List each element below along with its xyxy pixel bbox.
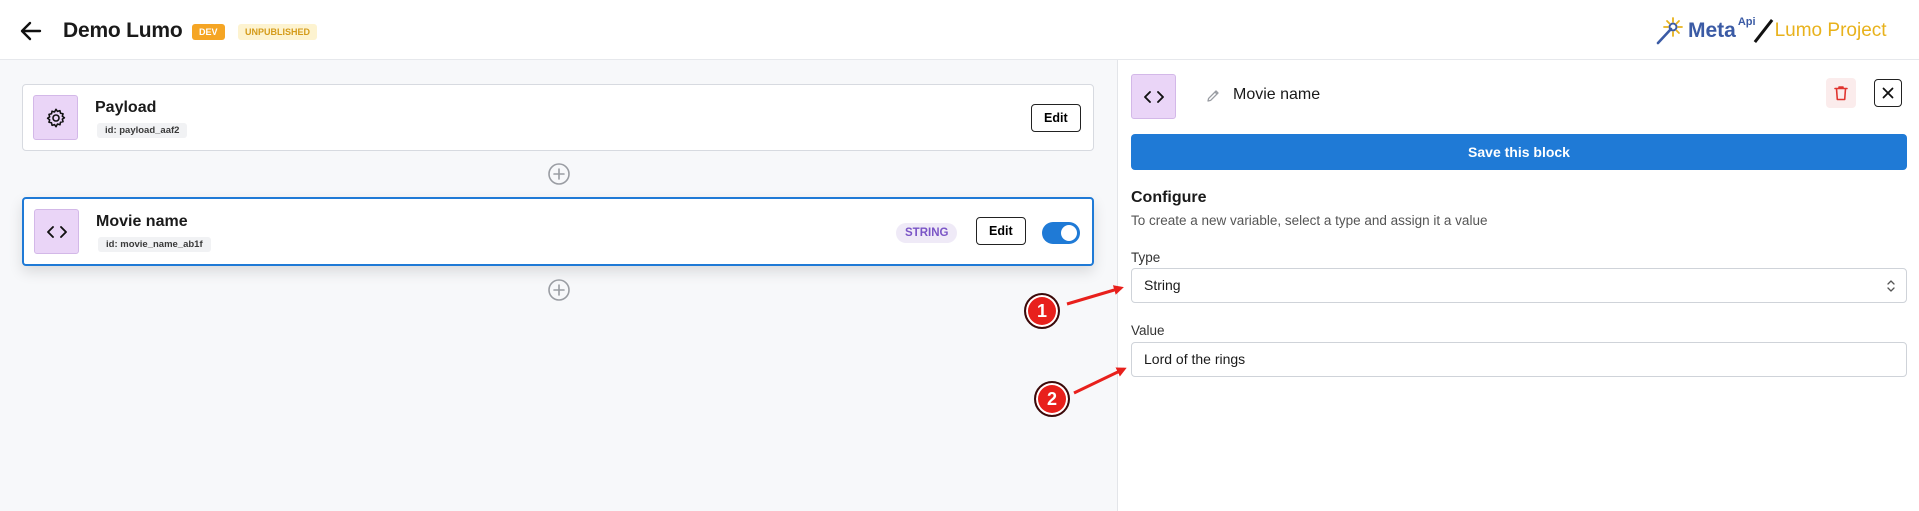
add-block-icon[interactable] — [547, 278, 571, 302]
code-icon — [1143, 90, 1164, 103]
toggle-knob — [1061, 225, 1077, 241]
delete-block-button[interactable] — [1826, 78, 1856, 108]
configure-description: To create a new variable, select a type … — [1131, 213, 1488, 228]
close-panel-button[interactable] — [1874, 79, 1902, 107]
gear-icon — [46, 108, 65, 127]
type-select-value: String — [1144, 277, 1181, 293]
logo-api-text: Api — [1737, 16, 1756, 28]
movie-name-edit-button[interactable]: Edit — [976, 217, 1026, 245]
type-select[interactable]: String — [1131, 268, 1907, 303]
payload-block-id: id: payload_aaf2 — [97, 123, 188, 138]
type-label: Type — [1131, 250, 1161, 265]
dev-badge: DEV — [192, 24, 225, 40]
block-enabled-toggle[interactable] — [1042, 222, 1080, 244]
close-icon — [1882, 87, 1894, 99]
flow-canvas: Payload id: payload_aaf2 Edit Movie name… — [0, 60, 1118, 511]
logo-divider — [1753, 19, 1773, 43]
annotation-marker-1: 1 — [1024, 293, 1060, 329]
movie-name-block-title: Movie name — [96, 213, 188, 230]
project-name[interactable]: Lumo Project — [1775, 20, 1887, 42]
logo-meta-text: Meta — [1688, 19, 1736, 42]
movie-name-block-id: id: movie_name_ab1f — [98, 237, 211, 252]
brand-logo: Meta Api Lumo Project — [1654, 14, 1887, 48]
payload-block-title: Payload — [95, 99, 157, 116]
page-title: Demo Lumo — [63, 19, 183, 42]
add-block-icon[interactable] — [547, 162, 571, 186]
payload-block-icon-box — [33, 95, 78, 140]
code-icon — [46, 225, 67, 238]
back-arrow-icon[interactable] — [18, 18, 44, 44]
movie-name-block[interactable]: Movie name id: movie_name_ab1f STRING Ed… — [22, 197, 1094, 266]
configure-heading: Configure — [1131, 189, 1207, 206]
wand-logo-icon — [1656, 17, 1683, 45]
movie-name-block-icon-box — [34, 209, 79, 254]
type-pill: STRING — [896, 223, 958, 243]
status-badge: UNPUBLISHED — [238, 24, 318, 40]
top-bar: Demo Lumo DEV UNPUBLISHED Meta Api Lumo … — [0, 0, 1919, 60]
panel-block-icon-box — [1131, 74, 1176, 119]
payload-edit-button[interactable]: Edit — [1031, 104, 1081, 132]
trash-icon — [1834, 86, 1848, 101]
select-chevron-icon — [1887, 280, 1895, 292]
annotation-marker-2: 2 — [1034, 381, 1070, 417]
pencil-icon[interactable] — [1205, 88, 1221, 104]
value-input-text: Lord of the rings — [1144, 351, 1246, 367]
payload-block[interactable]: Payload id: payload_aaf2 Edit — [22, 84, 1094, 151]
block-name-title[interactable]: Movie name — [1233, 86, 1320, 104]
value-label: Value — [1131, 323, 1165, 338]
value-input[interactable]: Lord of the rings — [1131, 342, 1907, 377]
save-block-button[interactable]: Save this block — [1131, 134, 1907, 170]
block-config-panel: Movie name Save this block Configure To … — [1119, 60, 1919, 511]
